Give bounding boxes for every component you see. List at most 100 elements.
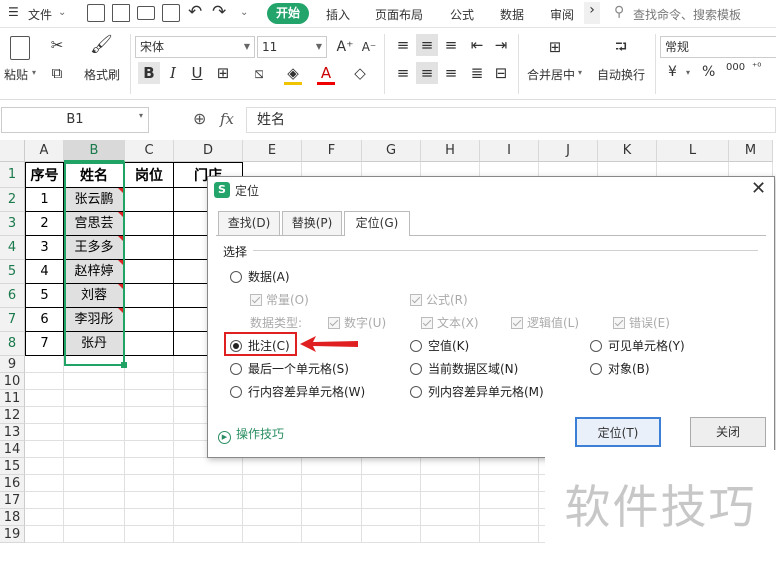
- cell[interactable]: [302, 526, 362, 543]
- column-header-d[interactable]: D: [174, 140, 243, 162]
- tab-formulas[interactable]: 公式: [450, 6, 474, 23]
- radio-blank[interactable]: 空值(K): [410, 337, 469, 354]
- table-cell-position[interactable]: [125, 308, 174, 332]
- table-cell-number[interactable]: 4: [25, 260, 64, 284]
- indent-increase-icon[interactable]: ⇥: [490, 34, 512, 56]
- table-cell-position[interactable]: [125, 188, 174, 212]
- column-header-l[interactable]: L: [657, 140, 729, 162]
- table-cell-number[interactable]: 5: [25, 284, 64, 308]
- paste-icon[interactable]: [10, 36, 30, 60]
- cell[interactable]: [125, 356, 174, 373]
- table-cell-position[interactable]: [125, 332, 174, 356]
- tab-find[interactable]: 查找(D): [218, 211, 280, 235]
- cell[interactable]: [125, 390, 174, 407]
- table-cell-number[interactable]: 6: [25, 308, 64, 332]
- cell[interactable]: [174, 458, 243, 475]
- save-icon[interactable]: [87, 4, 105, 22]
- paste-button[interactable]: 粘贴: [4, 66, 28, 83]
- column-header-j[interactable]: J: [539, 140, 598, 162]
- chevron-down-icon[interactable]: ▾: [32, 68, 36, 77]
- select-all-corner[interactable]: [0, 140, 25, 162]
- checkbox-error[interactable]: 错误(E): [613, 314, 670, 331]
- cell[interactable]: [25, 373, 64, 390]
- checkbox-formula[interactable]: 公式(R): [410, 291, 468, 308]
- tab-insert[interactable]: 插入: [326, 6, 350, 23]
- search-input[interactable]: 查找命令、搜索模板: [633, 6, 741, 23]
- tips-link[interactable]: ▶ 操作技巧: [218, 425, 284, 444]
- tab-home[interactable]: 开始: [267, 3, 309, 24]
- table-cell-number[interactable]: 2: [25, 212, 64, 236]
- currency-icon[interactable]: ¥: [668, 64, 677, 80]
- cell[interactable]: [125, 407, 174, 424]
- cell[interactable]: [243, 458, 302, 475]
- cell[interactable]: [421, 526, 480, 543]
- radio-data[interactable]: 数据(A): [230, 268, 290, 285]
- cell[interactable]: [480, 458, 539, 475]
- more-tabs-button[interactable]: ›: [584, 2, 600, 24]
- italic-button[interactable]: I: [162, 62, 184, 84]
- cell[interactable]: [243, 492, 302, 509]
- cell[interactable]: [362, 458, 421, 475]
- cell[interactable]: [302, 475, 362, 492]
- cell[interactable]: [421, 492, 480, 509]
- copy-icon[interactable]: ⧉: [46, 62, 68, 84]
- radio-last-cell[interactable]: 最后一个单元格(S): [230, 360, 349, 377]
- row-header[interactable]: 16: [0, 475, 25, 492]
- table-cell-name[interactable]: 王多多: [64, 236, 125, 260]
- row-header[interactable]: 2: [0, 188, 25, 212]
- tab-goto[interactable]: 定位(G): [344, 211, 410, 236]
- fill-color-icon[interactable]: ◈: [282, 62, 304, 84]
- checkbox-constant[interactable]: 常量(O): [250, 291, 309, 308]
- align-left-icon[interactable]: ≡: [392, 62, 414, 84]
- row-header[interactable]: 10: [0, 373, 25, 390]
- format-painter-button[interactable]: 格式刷: [84, 66, 120, 83]
- close-icon[interactable]: ✕: [751, 178, 766, 199]
- align-center-icon[interactable]: ≡: [416, 62, 438, 84]
- table-header-cell[interactable]: 岗位: [125, 162, 174, 188]
- checkbox-number[interactable]: 数字(U): [328, 314, 386, 331]
- radio-object[interactable]: 对象(B): [590, 360, 650, 377]
- checkbox-logical[interactable]: 逻辑值(L): [511, 314, 579, 331]
- row-header[interactable]: 12: [0, 407, 25, 424]
- wrap-text-icon[interactable]: ⮒: [610, 36, 632, 58]
- cell[interactable]: [64, 407, 125, 424]
- cell[interactable]: [25, 356, 64, 373]
- cell[interactable]: [64, 526, 125, 543]
- cell[interactable]: [125, 509, 174, 526]
- decimal-icon[interactable]: ⁺⁰: [752, 62, 761, 73]
- column-header-c[interactable]: C: [125, 140, 174, 162]
- column-header-g[interactable]: G: [362, 140, 421, 162]
- tab-review[interactable]: 审阅: [550, 6, 574, 23]
- merge-center-icon[interactable]: ⊞: [544, 36, 566, 58]
- fx-icon[interactable]: fx: [220, 110, 234, 128]
- tab-page-layout[interactable]: 页面布局: [375, 6, 423, 23]
- export-pdf-icon[interactable]: [112, 4, 130, 22]
- cell[interactable]: [25, 390, 64, 407]
- underline-button[interactable]: U: [186, 62, 208, 84]
- close-button[interactable]: 关闭: [690, 417, 766, 447]
- row-header[interactable]: 9: [0, 356, 25, 373]
- font-color-icon[interactable]: A: [315, 62, 337, 84]
- cell[interactable]: [25, 475, 64, 492]
- goto-ok-button[interactable]: 定位(T): [575, 417, 661, 447]
- chevron-down-icon[interactable]: ⌄: [58, 7, 66, 18]
- column-header-e[interactable]: E: [243, 140, 302, 162]
- cell[interactable]: [125, 458, 174, 475]
- table-cell-position[interactable]: [125, 284, 174, 308]
- row-header[interactable]: 13: [0, 424, 25, 441]
- wrap-text-button[interactable]: 自动换行: [597, 66, 645, 83]
- row-header[interactable]: 6: [0, 284, 25, 308]
- format-painter-icon[interactable]: 🖌: [90, 34, 113, 56]
- cell[interactable]: [362, 475, 421, 492]
- cell[interactable]: [362, 509, 421, 526]
- cell[interactable]: [174, 526, 243, 543]
- print-icon[interactable]: [137, 6, 155, 20]
- column-header-b[interactable]: B: [64, 140, 125, 162]
- cell[interactable]: [302, 492, 362, 509]
- increase-font-icon[interactable]: A⁺: [334, 36, 356, 58]
- cell[interactable]: [125, 424, 174, 441]
- table-header-cell[interactable]: 序号: [25, 162, 64, 188]
- borders-icon[interactable]: ⊞: [212, 62, 234, 84]
- table-cell-position[interactable]: [125, 236, 174, 260]
- row-header[interactable]: 8: [0, 332, 25, 356]
